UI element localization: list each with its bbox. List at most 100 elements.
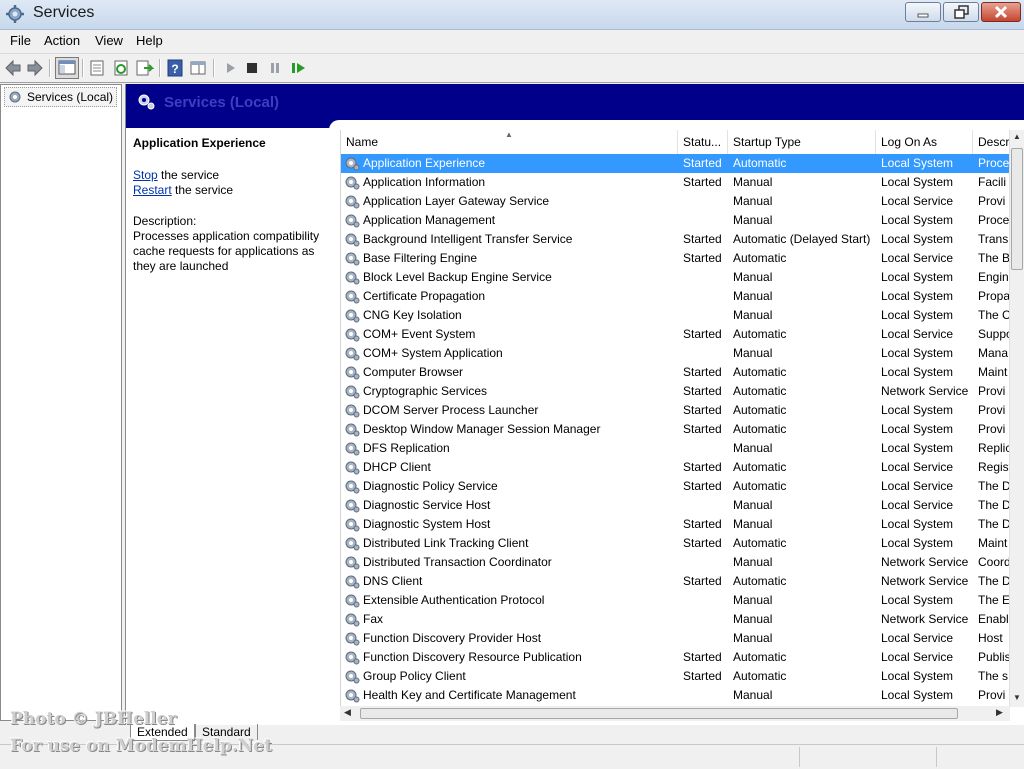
service-log-on-as: Local System xyxy=(881,232,954,246)
menu-file[interactable]: File xyxy=(10,33,31,48)
service-description: Provi xyxy=(978,422,1006,436)
help-icon[interactable]: ? xyxy=(165,58,185,78)
service-row[interactable]: Cryptographic Services Started Automatic Ne… xyxy=(341,382,1009,401)
service-gear-icon xyxy=(345,157,360,171)
service-startup-type: Manual xyxy=(733,612,773,626)
restore-button[interactable] xyxy=(943,2,979,22)
service-description: Maint xyxy=(978,536,1008,550)
column-startup-type[interactable]: Startup Type xyxy=(728,130,876,154)
service-row[interactable]: Diagnostic System Host Started Manual Local… xyxy=(341,515,1009,534)
service-status: Started xyxy=(683,327,722,341)
start-service-icon[interactable] xyxy=(220,58,240,78)
watermark-line-1: Photo © JBHeller xyxy=(10,709,177,729)
service-row[interactable]: Diagnostic Policy Service Started Automati… xyxy=(341,477,1009,496)
stop-service-link[interactable]: Stop xyxy=(133,168,158,182)
service-log-on-as: Local System xyxy=(881,441,954,455)
svg-text:?: ? xyxy=(171,62,178,76)
service-startup-type: Automatic xyxy=(733,669,787,683)
service-row[interactable]: Background Intelligent Transfer Service S… xyxy=(341,230,1009,249)
menu-view[interactable]: View xyxy=(95,33,123,48)
service-row[interactable]: Desktop Window Manager Session Manager St… xyxy=(341,420,1009,439)
properties-icon[interactable] xyxy=(87,58,107,78)
menu-action[interactable]: Action xyxy=(44,33,80,48)
service-gear-icon xyxy=(345,689,360,703)
service-name: Health Key and Certificate Management xyxy=(363,688,576,702)
services-gear-icon xyxy=(138,94,155,110)
stop-service-icon[interactable] xyxy=(242,58,262,78)
restart-service-link[interactable]: Restart xyxy=(133,183,172,197)
service-row[interactable]: Application Management Manual Local System… xyxy=(341,211,1009,230)
back-arrow-icon[interactable] xyxy=(3,58,23,78)
forward-arrow-icon[interactable] xyxy=(25,58,45,78)
service-row[interactable]: Fax Manual Network Service Enabl xyxy=(341,610,1009,629)
service-description: Coord xyxy=(978,555,1009,569)
service-log-on-as: Local System xyxy=(881,688,954,702)
service-row[interactable]: Function Discovery Resource Publication S… xyxy=(341,648,1009,667)
service-status: Started xyxy=(683,251,722,265)
export-list-icon[interactable] xyxy=(134,58,154,78)
service-row[interactable]: Application Experience Started Automatic Lo… xyxy=(341,154,1009,173)
service-name: DHCP Client xyxy=(363,460,431,474)
service-startup-type: Manual xyxy=(733,289,773,303)
service-row[interactable]: Base Filtering Engine Started Automatic Loc… xyxy=(341,249,1009,268)
service-row[interactable]: Computer Browser Started Automatic Local Sy… xyxy=(341,363,1009,382)
service-row[interactable]: Application Layer Gateway Service Manual L… xyxy=(341,192,1009,211)
service-description: Suppo xyxy=(978,327,1009,341)
service-row[interactable]: COM+ Event System Started Automatic Local S… xyxy=(341,325,1009,344)
service-gear-icon xyxy=(345,518,360,532)
vertical-scroll-thumb[interactable] xyxy=(1011,148,1023,270)
service-log-on-as: Local Service xyxy=(881,460,954,474)
pause-service-icon[interactable] xyxy=(265,58,285,78)
service-row[interactable]: Diagnostic Service Host Manual Local Servi… xyxy=(341,496,1009,515)
service-row[interactable]: DNS Client Started Automatic Network Servic… xyxy=(341,572,1009,591)
service-description: Replic xyxy=(978,441,1009,455)
menu-help[interactable]: Help xyxy=(136,33,163,48)
service-name: Application Management xyxy=(363,213,496,227)
service-row[interactable]: Extensible Authentication Protocol Manual… xyxy=(341,591,1009,610)
title-bar: Services xyxy=(0,0,1024,30)
vertical-scrollbar[interactable]: ▲ ▼ xyxy=(1009,130,1024,707)
minimize-button[interactable] xyxy=(905,2,941,22)
tree-item-services-local[interactable]: Services (Local) xyxy=(4,87,118,107)
service-startup-type: Automatic xyxy=(733,384,787,398)
service-row[interactable]: CNG Key Isolation Manual Local System The C xyxy=(341,306,1009,325)
service-row[interactable]: Application Information Started Manual Loca… xyxy=(341,173,1009,192)
horizontal-scrollbar[interactable]: ◀ ▶ xyxy=(340,706,1010,721)
service-row[interactable]: COM+ System Application Manual Local Syste… xyxy=(341,344,1009,363)
service-gear-icon xyxy=(345,461,360,475)
service-log-on-as: Local System xyxy=(881,422,954,436)
show-hide-action-pane-icon[interactable] xyxy=(188,58,208,78)
service-row[interactable]: Health Key and Certificate Management Man… xyxy=(341,686,1009,705)
service-row[interactable]: Certificate Propagation Manual Local Syste… xyxy=(341,287,1009,306)
service-row[interactable]: Distributed Link Tracking Client Started A… xyxy=(341,534,1009,553)
services-gear-icon xyxy=(9,91,21,103)
service-row[interactable]: DHCP Client Started Automatic Local Service… xyxy=(341,458,1009,477)
column-description[interactable]: Descr xyxy=(973,130,1009,154)
refresh-icon[interactable] xyxy=(111,58,131,78)
service-status: Started xyxy=(683,650,722,664)
scroll-right-icon[interactable]: ▶ xyxy=(996,707,1003,718)
horizontal-scroll-thumb[interactable] xyxy=(360,708,958,719)
service-row[interactable]: Distributed Transaction Coordinator Manua… xyxy=(341,553,1009,572)
service-gear-icon xyxy=(345,651,360,665)
service-log-on-as: Network Service xyxy=(881,612,969,626)
restart-service-icon[interactable] xyxy=(288,58,308,78)
service-log-on-as: Local Service xyxy=(881,251,954,265)
services-rows: Application Experience Started Automatic Lo… xyxy=(341,154,1009,705)
scroll-left-icon[interactable]: ◀ xyxy=(344,707,351,718)
column-log-on-as[interactable]: Log On As xyxy=(876,130,973,154)
console-tree-button[interactable] xyxy=(55,57,79,79)
service-row[interactable]: DFS Replication Manual Local System Replic xyxy=(341,439,1009,458)
scroll-up-icon[interactable]: ▲ xyxy=(1013,132,1021,141)
close-button[interactable] xyxy=(981,2,1021,22)
service-row[interactable]: Block Level Backup Engine Service Manual L… xyxy=(341,268,1009,287)
service-description: The E xyxy=(978,593,1009,607)
service-description: The C xyxy=(978,308,1009,322)
scroll-down-icon[interactable]: ▼ xyxy=(1013,693,1021,702)
service-name: DNS Client xyxy=(363,574,423,588)
service-row[interactable]: Function Discovery Provider Host Manual Lo… xyxy=(341,629,1009,648)
service-row[interactable]: Group Policy Client Started Automatic Local… xyxy=(341,667,1009,686)
service-row[interactable]: DCOM Server Process Launcher Started Autom… xyxy=(341,401,1009,420)
column-status[interactable]: Statu... xyxy=(678,130,728,154)
service-description: Engin xyxy=(978,270,1009,284)
